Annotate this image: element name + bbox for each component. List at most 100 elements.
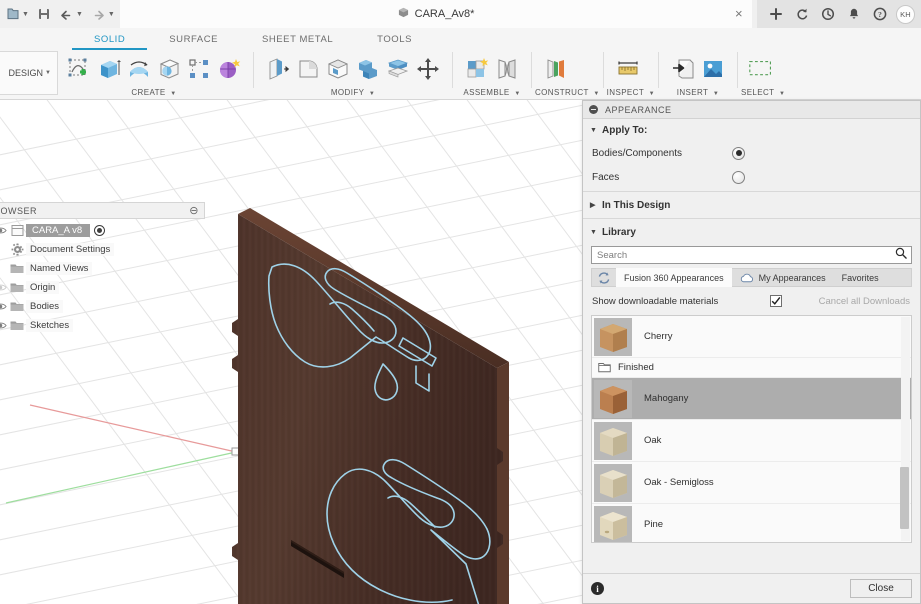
chevron-down-icon: ▼ <box>590 126 597 134</box>
folder-icon <box>598 362 611 373</box>
visibility-eye-icon[interactable] <box>0 226 8 235</box>
undo-icon[interactable]: ▼ <box>55 1 87 27</box>
save-icon[interactable] <box>33 1 55 27</box>
material-name: Oak - Semigloss <box>644 477 714 488</box>
tab-surface[interactable]: SURFACE <box>147 28 240 50</box>
browser-collapse-icon[interactable]: ⊖ <box>189 205 199 216</box>
browser-item-named-views[interactable]: ▶ Named Views <box>0 259 205 278</box>
visibility-eye-icon[interactable] <box>0 283 8 292</box>
cloud-icon <box>740 273 754 283</box>
visibility-eye-icon[interactable] <box>0 321 8 330</box>
library-tab-my-appearances[interactable]: My Appearances <box>732 268 834 287</box>
tab-solid[interactable]: SOLID <box>72 28 148 50</box>
window-selection-icon[interactable] <box>747 52 777 85</box>
offset-plane-icon[interactable] <box>541 52 571 85</box>
cancel-all-downloads-link[interactable]: Cancel all Downloads <box>819 296 910 307</box>
material-row-mahogany[interactable]: Mahogany <box>592 378 911 420</box>
chevron-right-icon: ▶ <box>590 202 596 209</box>
material-list-scrollbar-track[interactable] <box>900 317 910 541</box>
search-input[interactable] <box>597 249 895 261</box>
material-folder-finished[interactable]: Finished <box>592 358 911 378</box>
derive-icon[interactable] <box>668 52 698 85</box>
browser-item-label: Document Settings <box>26 243 115 256</box>
split-face-icon[interactable] <box>383 52 413 85</box>
file-icon[interactable]: ▼ <box>2 1 33 27</box>
ribbon-group-label-inspect: INSPECT <box>606 88 644 97</box>
refresh-library-icon[interactable] <box>592 268 616 287</box>
tab-sheet-metal[interactable]: SHEET METAL <box>240 28 355 50</box>
show-downloadable-checkbox[interactable] <box>770 295 783 307</box>
pattern-icon[interactable] <box>184 52 214 85</box>
shell-icon[interactable] <box>323 52 353 85</box>
avatar[interactable]: KH <box>896 4 915 24</box>
design-workspace-dropdown[interactable]: DESIGN ▼ <box>0 51 58 95</box>
material-list-scrollbar-thumb[interactable] <box>900 467 909 529</box>
library-section-header[interactable]: ▼ Library <box>583 221 920 243</box>
sweep-icon[interactable] <box>154 52 184 85</box>
browser-item-label: Named Views <box>26 262 93 275</box>
tab-tools[interactable]: TOOLS <box>355 28 434 50</box>
apply-to-label: Apply To: <box>602 124 648 136</box>
apply-to-section-header[interactable]: ▼ Apply To: <box>583 119 920 141</box>
axis-y-line <box>5 451 237 504</box>
ribbon-group-construct: CONSTRUCT ▼ <box>535 50 600 100</box>
new-component-icon[interactable] <box>462 52 492 85</box>
search-icon[interactable] <box>895 246 907 264</box>
folder-icon <box>8 320 26 331</box>
browser-item-origin[interactable]: ▶ Origin <box>0 278 205 297</box>
browser-item-sketches[interactable]: ▶ Sketches <box>0 316 205 335</box>
chevron-down-icon: ▼ <box>107 10 115 18</box>
close-button[interactable]: Close <box>850 579 912 598</box>
redo-icon[interactable]: ▼ <box>87 1 119 27</box>
material-row-oak[interactable]: Oak <box>592 420 911 462</box>
library-tab-bar: Fusion 360 Appearances My Appearances Fa… <box>591 268 912 287</box>
browser-item-label: Sketches <box>26 319 74 332</box>
insert-image-icon[interactable] <box>698 52 728 85</box>
history-icon[interactable] <box>815 0 841 28</box>
library-tab-favorites[interactable]: Favorites <box>834 268 887 287</box>
apply-to-faces-row[interactable]: Faces <box>583 165 920 189</box>
apply-to-faces-radio[interactable] <box>732 170 745 184</box>
extrude-icon[interactable] <box>94 52 124 85</box>
library-tab-fusion-appearances[interactable]: Fusion 360 Appearances <box>616 268 732 287</box>
apply-to-bodies-radio[interactable] <box>732 146 745 160</box>
info-icon[interactable]: i <box>591 582 604 595</box>
material-swatch <box>594 505 632 542</box>
browser-item-bodies[interactable]: ▶ Bodies <box>0 297 205 316</box>
create-sketch-icon[interactable] <box>64 52 94 85</box>
material-row-pine[interactable]: Pine <box>592 504 911 542</box>
dialog-collapse-icon[interactable] <box>589 105 598 114</box>
combine-icon[interactable] <box>353 52 383 85</box>
fillet-icon[interactable] <box>293 52 323 85</box>
refresh-icon[interactable] <box>789 0 815 28</box>
library-search-box[interactable] <box>591 246 912 264</box>
document-tab[interactable]: CARA_Av8* <box>120 0 752 28</box>
add-icon[interactable] <box>763 0 789 28</box>
browser-title: BROWSER <box>0 205 38 216</box>
browser-item-cara-a-v8[interactable]: ▶ CARA_A v8 <box>0 221 205 240</box>
press-pull-icon[interactable] <box>263 52 293 85</box>
material-row-oak-semigloss[interactable]: Oak - Semigloss <box>592 462 911 504</box>
material-list[interactable]: Cherry Finished Mahogany Oak Oak - Semig… <box>591 315 912 543</box>
mesh-icon[interactable] <box>214 52 244 85</box>
in-this-design-section-header[interactable]: ▶ In This Design <box>583 194 920 216</box>
help-icon[interactable]: ? <box>867 0 893 28</box>
notification-bell-icon[interactable] <box>841 0 867 28</box>
browser-item-document-settings[interactable]: ▶ Document Settings <box>0 240 205 259</box>
ribbon-group-insert: INSERT ▼ <box>662 50 734 100</box>
library-tab-label: My Appearances <box>758 272 826 283</box>
material-row-cherry[interactable]: Cherry <box>592 316 911 358</box>
browser-panel: BROWSER ⊖ ▶ CARA_A v8 ▶ <box>0 202 205 335</box>
divider <box>583 218 920 219</box>
close-tab-button[interactable]: × <box>735 7 743 21</box>
joint-icon[interactable] <box>492 52 522 85</box>
revolve-icon[interactable] <box>124 52 154 85</box>
visibility-eye-icon[interactable] <box>0 302 8 311</box>
measure-icon[interactable] <box>613 52 643 85</box>
component-activate-radio[interactable] <box>94 225 106 236</box>
browser-header: BROWSER ⊖ <box>0 202 205 219</box>
ribbon-group-inspect: INSPECT ▼ <box>607 50 655 100</box>
move-copy-icon[interactable] <box>413 52 443 85</box>
title-bar-left-tools: ▼ ▼ ▼ <box>0 0 119 28</box>
apply-to-bodies-row[interactable]: Bodies/Components <box>583 141 920 165</box>
